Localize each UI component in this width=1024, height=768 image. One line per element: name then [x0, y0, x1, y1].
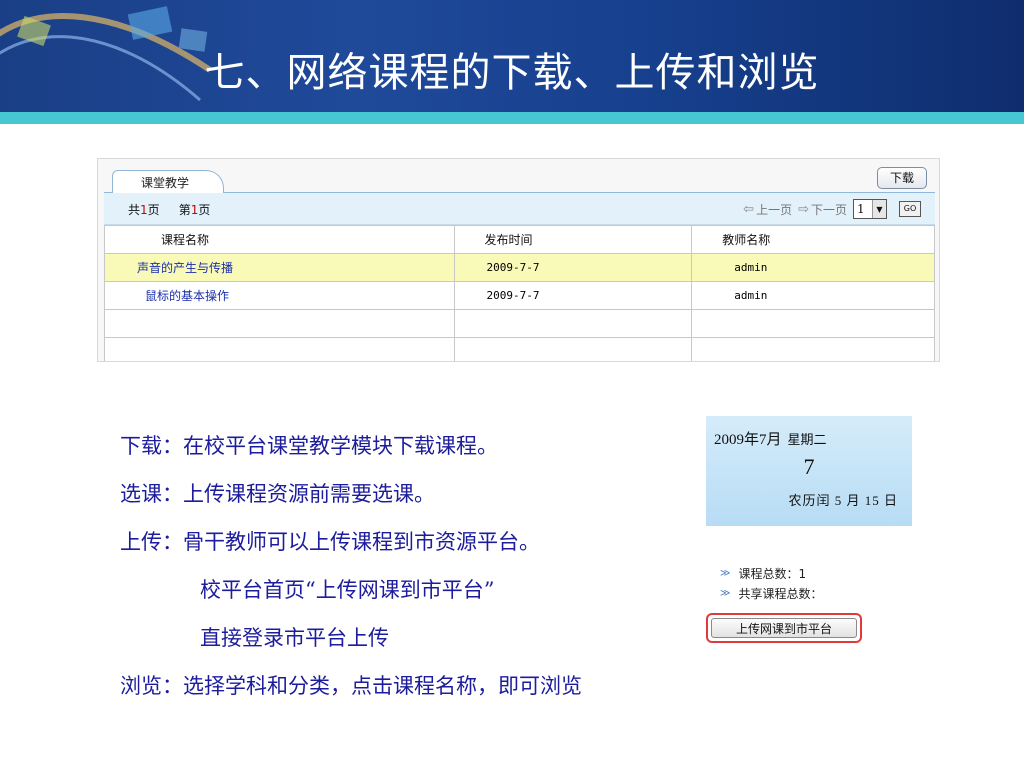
teacher-name: admin	[691, 281, 935, 310]
table-header-row: 课程名称 发布时间 教师名称	[104, 225, 935, 254]
next-page-link[interactable]: ⇨ 下一页	[798, 201, 847, 218]
note-browse: 浏览：选择学科和分类，点击课程名称，即可浏览	[120, 674, 582, 698]
page-select[interactable]: 1 ▼	[853, 199, 887, 219]
go-button[interactable]: GO	[899, 201, 921, 217]
page-title: 七、网络课程的下载、上传和浏览	[204, 50, 820, 96]
note-upload-entry: 校平台首页“上传网课到市平台”	[200, 578, 495, 602]
note-upload: 上传：骨干教师可以上传课程到市资源平台。	[120, 530, 540, 554]
chevron-right-icon: ≫	[720, 588, 731, 599]
tab-bar: 课堂教学 下载	[104, 165, 935, 194]
course-panel: 课堂教学 下载 共1页 第1页 ⇦ 上一页 ⇨ 下一页 1 ▼ GO 课程名称 …	[97, 158, 940, 362]
table-row-empty	[104, 337, 935, 361]
page-count: 共1页 第1页	[128, 203, 211, 217]
calendar-widget: 2009年7月 星期二 7 农历闰 5 月 15 日	[706, 416, 912, 526]
header-strip	[0, 112, 1024, 124]
prev-page-link[interactable]: ⇦ 上一页	[743, 201, 792, 218]
course-name-link[interactable]: 声音的产生与传播	[104, 253, 455, 282]
upload-to-city-platform-button[interactable]: 上传网课到市平台	[711, 618, 857, 638]
pager-bar: 共1页 第1页 ⇦ 上一页 ⇨ 下一页 1 ▼ GO	[104, 193, 935, 225]
header-banner: 七、网络课程的下载、上传和浏览	[0, 0, 1024, 112]
table-row[interactable]: 鼠标的基本操作 2009-7-7 admin	[104, 281, 935, 310]
arrow-right-icon: ⇨	[798, 201, 809, 217]
stat-course-total: ≫ 课程总数：1	[720, 564, 822, 584]
calendar-day: 7	[803, 454, 815, 479]
upload-highlight: 上传网课到市平台	[706, 613, 862, 643]
chevron-right-icon: ≫	[720, 568, 731, 579]
instruction-notes: 下载：在校平台课堂教学模块下载课程。 选课：上传课程资源前需要选课。 上传：骨干…	[120, 426, 720, 714]
note-download: 下载：在校平台课堂教学模块下载课程。	[120, 434, 498, 458]
note-upload-direct: 直接登录市平台上传	[200, 626, 389, 650]
table-row-empty	[104, 309, 935, 338]
table-row[interactable]: 声音的产生与传播 2009-7-7 admin	[104, 253, 935, 282]
chevron-down-icon: ▼	[872, 200, 886, 218]
column-header: 教师名称	[691, 225, 935, 254]
column-header: 发布时间	[453, 225, 693, 254]
publish-date: 2009-7-7	[453, 253, 693, 282]
calendar-header: 2009年7月 星期二	[714, 432, 827, 448]
course-name-link[interactable]: 鼠标的基本操作	[104, 281, 455, 310]
teacher-name: admin	[691, 253, 935, 282]
column-header: 课程名称	[104, 225, 455, 254]
course-table: 课程名称 发布时间 教师名称 声音的产生与传播 2009-7-7 admin 鼠…	[104, 225, 935, 361]
stat-shared-total: ≫ 共享课程总数：	[720, 584, 822, 604]
course-stats: ≫ 课程总数：1 ≫ 共享课程总数：	[720, 564, 822, 604]
publish-date: 2009-7-7	[453, 281, 693, 310]
pager-controls: ⇦ 上一页 ⇨ 下一页 1 ▼ GO	[743, 199, 921, 219]
tab-classroom-teaching[interactable]: 课堂教学	[112, 170, 225, 194]
arrow-left-icon: ⇦	[743, 201, 755, 217]
download-button[interactable]: 下载	[876, 167, 927, 189]
note-select-course: 选课：上传课程资源前需要选课。	[120, 482, 435, 506]
lunar-date: 农历闰 5 月 15 日	[788, 493, 898, 508]
